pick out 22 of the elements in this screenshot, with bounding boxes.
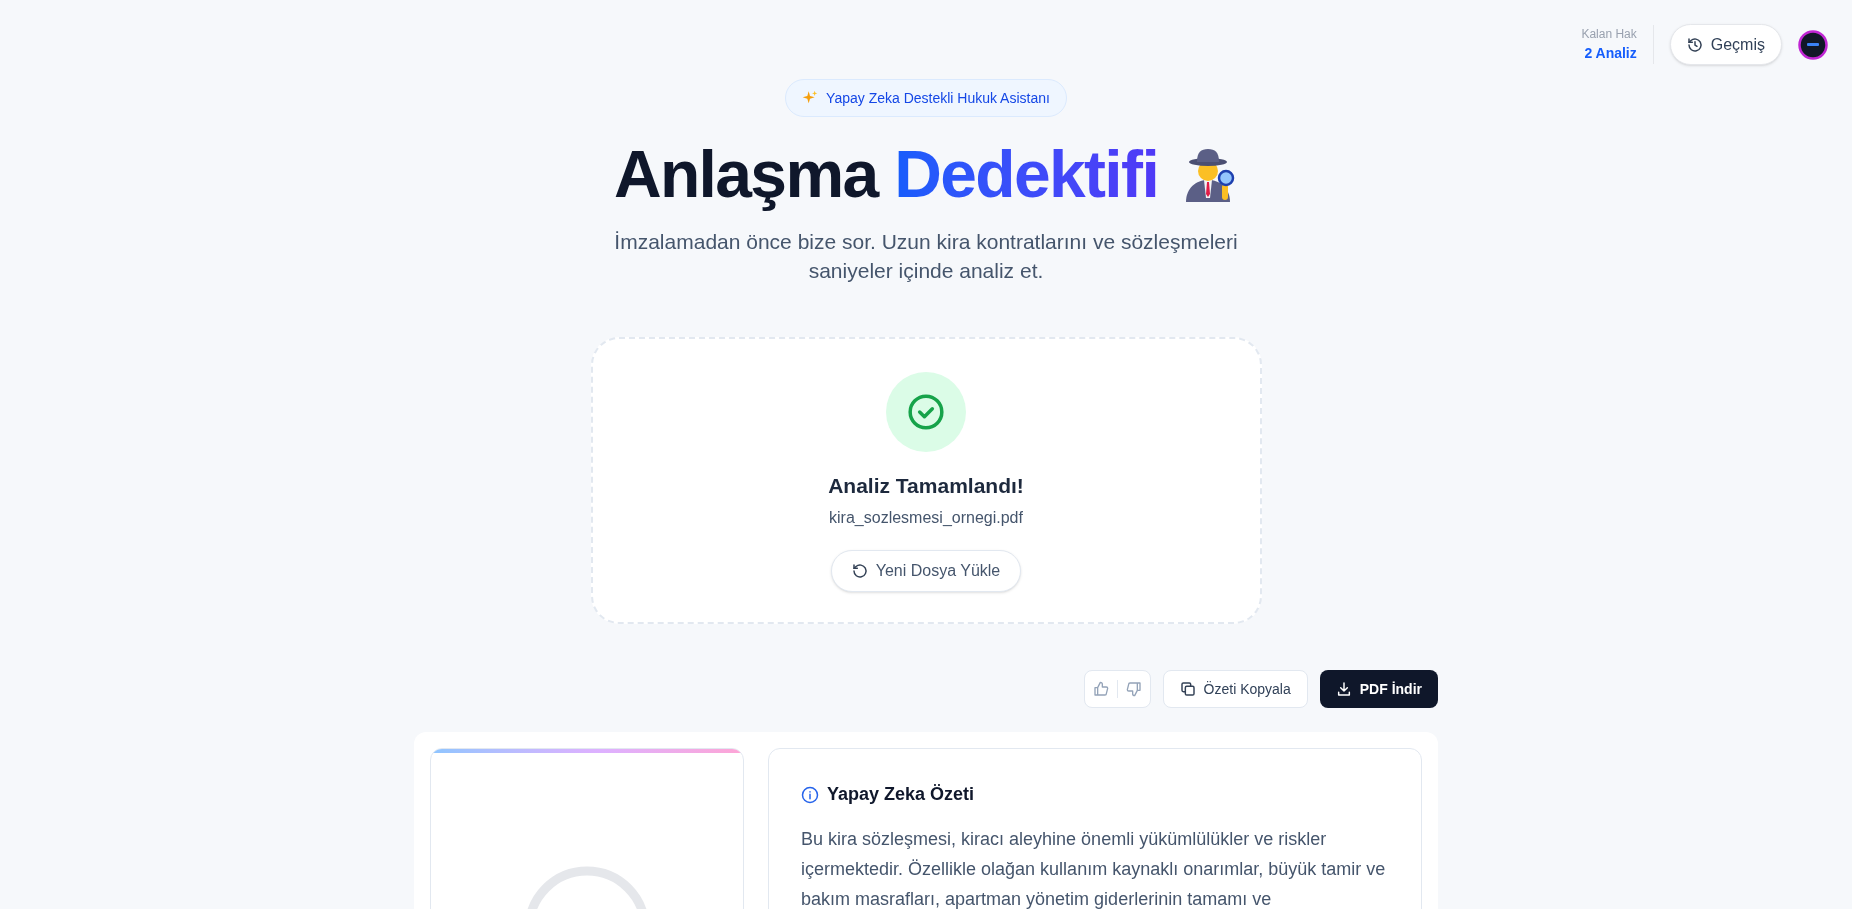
thumbs-up-icon[interactable]	[1092, 681, 1109, 697]
sparkles-icon	[802, 90, 819, 106]
upload-new-button[interactable]: Yeni Dosya Yükle	[830, 549, 1022, 592]
check-circle-icon	[907, 393, 945, 431]
avatar-icon[interactable]	[1798, 29, 1828, 60]
status-heading: Analiz Tamamlandı!	[828, 473, 1024, 499]
summary-title: Yapay Zeka Özeti	[827, 783, 975, 806]
quota-value: 2 Analiz	[1584, 44, 1637, 63]
info-icon	[801, 785, 819, 804]
summary-text: Bu kira sözleşmesi, kiracı aleyhine önemli yükümlülükler ve riskler içermektedir. Özellikle olağan kullanım kaynaklı onarımlar, büyük tamir ve bakım masrafları, apartman yönetim giderlerinin tamamı ve	[801, 828, 1387, 909]
pdf-download-button[interactable]: PDF İndir	[1319, 670, 1438, 708]
file-name: kira_sozlesmesi_ornegi.pdf	[829, 507, 1023, 528]
subtitle: İmzalamadan önce bize sor. Uzun kira kontratlarını ve sözleşmeleri saniyeler içinde analiz et.	[613, 229, 1239, 284]
copy-summary-button[interactable]: Özeti Kopyala	[1162, 670, 1308, 708]
quota-label: Kalan Hak	[1581, 26, 1637, 43]
reset-icon	[851, 562, 868, 579]
history-button[interactable]: Geçmiş	[1669, 24, 1782, 65]
history-icon	[1686, 36, 1703, 53]
download-icon	[1335, 681, 1352, 697]
copy-icon	[1179, 681, 1196, 697]
tagline-badge: Yapay Zeka Destekli Hukuk Asistanı	[785, 79, 1067, 117]
thumbs-down-icon[interactable]	[1125, 681, 1142, 697]
